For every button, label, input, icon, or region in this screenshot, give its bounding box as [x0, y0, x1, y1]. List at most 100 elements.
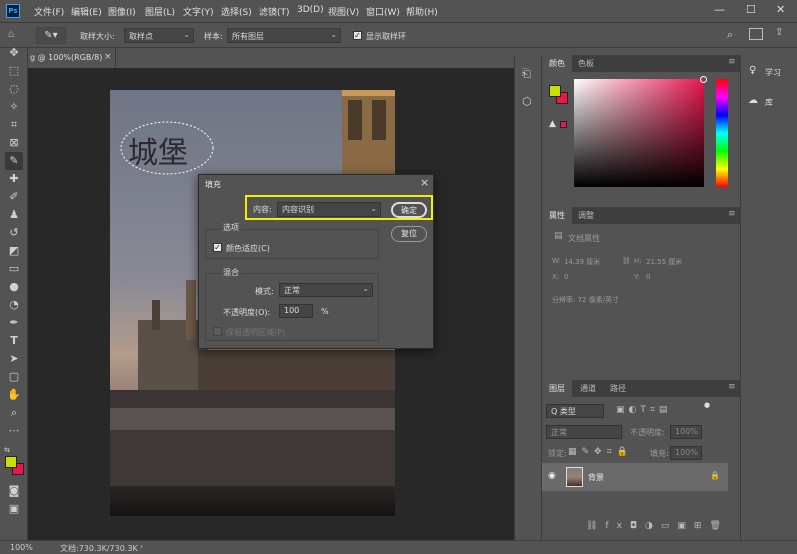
libraries-label[interactable]: 库: [765, 97, 773, 108]
eraser-tool-icon[interactable]: ◩: [5, 242, 23, 260]
libraries-icon[interactable]: ☁: [748, 95, 758, 106]
tab-color[interactable]: 颜色: [549, 58, 565, 69]
gradient-tool-icon[interactable]: ▭: [5, 260, 23, 278]
panel-menu-icon[interactable]: ≡: [728, 382, 736, 392]
status-chevron-icon[interactable]: ›: [140, 542, 143, 551]
brush-tool-icon[interactable]: ✐: [5, 188, 23, 206]
overlay-text: 城堡: [128, 136, 188, 171]
swap-colors-icon[interactable]: ⇆: [4, 446, 10, 454]
eyedropper-tool-icon[interactable]: ✎: [5, 152, 23, 170]
blur-tool-icon[interactable]: ●: [5, 278, 23, 296]
dialog-title: 填充: [205, 180, 221, 189]
move-tool-icon[interactable]: ✥: [5, 44, 23, 62]
layer-thumbnail: [566, 467, 583, 487]
visibility-eye-icon[interactable]: ◉: [548, 471, 556, 481]
minimize-button[interactable]: —: [714, 3, 725, 16]
lock-icon[interactable]: 🔒: [710, 471, 720, 480]
search-icon[interactable]: ⌕: [727, 28, 733, 42]
marquee-tool-icon[interactable]: ⬚: [5, 62, 23, 80]
zoom-level[interactable]: 100%: [10, 543, 33, 552]
sample-size-select[interactable]: 取样点 ⌄: [124, 28, 194, 43]
tab-channels[interactable]: 通道: [580, 383, 596, 394]
resolution-text: 分辨率: 72 像素/英寸: [552, 296, 620, 304]
fill-field[interactable]: 100%: [670, 446, 702, 460]
menu-select[interactable]: 选择(S): [221, 5, 252, 18]
panel-menu-icon[interactable]: ≡: [728, 209, 736, 219]
menu-edit[interactable]: 编辑(E): [71, 5, 102, 18]
share-icon[interactable]: ⇪: [775, 27, 783, 38]
tab-properties[interactable]: 属性: [549, 210, 565, 221]
shape-tool-icon[interactable]: ▢: [5, 368, 23, 386]
3d-panel-icon[interactable]: ⬡: [522, 95, 532, 108]
quick-select-tool-icon[interactable]: ✧: [5, 98, 23, 116]
hue-slider[interactable]: [716, 79, 728, 187]
color-fg-swatch[interactable]: [549, 85, 561, 97]
gamut-swatch[interactable]: [560, 121, 567, 128]
workspace-icon[interactable]: [749, 28, 763, 40]
home-icon[interactable]: ⌂: [8, 29, 14, 40]
filter-toggle-icon[interactable]: ●: [704, 401, 710, 409]
lock-icons[interactable]: ▦✎✥⌗🔒: [568, 447, 633, 457]
tab-swatches[interactable]: 色板: [578, 58, 594, 69]
screen-mode-icon[interactable]: ▣: [5, 500, 23, 518]
show-ring-checkbox[interactable]: ✓: [353, 31, 362, 40]
menu-filter[interactable]: 滤镜(T): [259, 5, 290, 18]
path-select-icon[interactable]: ➤: [5, 350, 23, 368]
menu-layer[interactable]: 图层(L): [145, 5, 175, 18]
color-field[interactable]: [574, 79, 704, 187]
layers-panel-tabs: 图层 通道 路径 ≡: [542, 380, 741, 397]
layer-filter-icons[interactable]: ▣◐T⌗▤: [616, 405, 671, 415]
crop-tool-icon[interactable]: ⌗: [5, 116, 23, 134]
stamp-tool-icon[interactable]: ♟: [5, 206, 23, 224]
menu-type[interactable]: 文字(Y): [183, 5, 214, 18]
dialog-close-icon[interactable]: ×: [420, 176, 429, 189]
close-button[interactable]: ✕: [776, 3, 785, 16]
tab-paths[interactable]: 路径: [610, 383, 626, 394]
sample-select[interactable]: 所有图层 ⌄: [227, 28, 341, 43]
type-tool-icon[interactable]: T: [5, 332, 23, 350]
learn-icon[interactable]: ♀: [749, 65, 756, 76]
history-brush-icon[interactable]: ↺: [5, 224, 23, 242]
maximize-button[interactable]: ☐: [746, 3, 756, 16]
blend-mode-select[interactable]: 正常: [546, 425, 622, 439]
learn-label[interactable]: 学习: [765, 67, 781, 78]
color-adapt-label[interactable]: 颜色适应(C): [226, 243, 270, 254]
layer-name[interactable]: 背景: [588, 472, 604, 483]
pen-tool-icon[interactable]: ✒: [5, 314, 23, 332]
color-adapt-checkbox[interactable]: ✓: [213, 243, 222, 252]
tab-layers[interactable]: 图层: [549, 383, 565, 394]
opacity-input[interactable]: 100: [279, 304, 313, 318]
menu-image[interactable]: 图像(I): [108, 5, 136, 18]
quick-mask-icon[interactable]: ◙: [5, 482, 23, 500]
history-panel-icon[interactable]: ⎗: [522, 67, 531, 81]
menu-help[interactable]: 帮助(H): [406, 5, 438, 18]
menu-window[interactable]: 窗口(W): [366, 5, 400, 18]
color-picker-marker[interactable]: [700, 76, 707, 83]
layer-row[interactable]: ◉ 背景 🔒: [542, 463, 728, 491]
hand-tool-icon[interactable]: ✋: [5, 386, 23, 404]
mode-select[interactable]: 正常 ⌄: [279, 283, 373, 297]
frame-tool-icon[interactable]: ⊠: [5, 134, 23, 152]
layer-kind-filter[interactable]: Q 类型: [546, 404, 604, 418]
healing-tool-icon[interactable]: ✚: [5, 170, 23, 188]
eyedropper-preset-icon[interactable]: ✎▾: [36, 27, 66, 44]
document-tab[interactable]: g @ 100%(RGB/8) ×: [28, 48, 116, 68]
close-tab-icon[interactable]: ×: [104, 52, 112, 62]
zoom-tool-icon[interactable]: ⌕: [5, 404, 23, 422]
reset-button[interactable]: 复位: [391, 226, 427, 242]
dodge-tool-icon[interactable]: ◔: [5, 296, 23, 314]
menu-3d[interactable]: 3D(D): [297, 5, 324, 15]
lasso-tool-icon[interactable]: ◌: [5, 80, 23, 98]
foreground-color-swatch[interactable]: [5, 456, 17, 468]
ok-button[interactable]: 确定: [391, 202, 427, 218]
link-icon[interactable]: ⛓: [622, 257, 631, 265]
content-select[interactable]: 内容识别 ⌄: [277, 202, 381, 217]
panel-menu-icon[interactable]: ≡: [728, 57, 736, 67]
menu-file[interactable]: 文件(F): [34, 5, 64, 18]
opacity-field[interactable]: 100%: [670, 425, 702, 439]
layer-actions-icons[interactable]: ⛓fx◘◑▭▣⊞🗑: [586, 521, 729, 531]
more-tools-icon[interactable]: ⋯: [5, 422, 23, 440]
fill-dialog[interactable]: 填充 × 内容: 内容识别 ⌄ 确定 复位 选项 ✓ 颜色适应(C) 混合 模式…: [198, 174, 434, 349]
menu-view[interactable]: 视图(V): [328, 5, 359, 18]
tab-adjustments[interactable]: 调整: [578, 210, 594, 221]
